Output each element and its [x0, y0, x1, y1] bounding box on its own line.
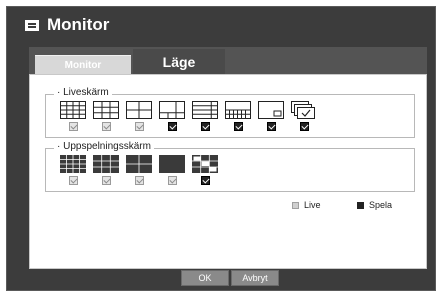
monitor-dialog: Monitor Monitor Läge · Liveskärm · Uppsp…: [6, 6, 436, 291]
playback-layout-9-checkbox[interactable]: [102, 176, 111, 185]
live-layout-16-checkbox[interactable]: [69, 122, 78, 131]
single-filled-icon: [159, 155, 185, 173]
title-bar: Monitor: [7, 7, 435, 43]
playback-layout-1-checkbox[interactable]: [168, 176, 177, 185]
playback-screen-group: · Uppspelningsskärm: [45, 141, 415, 192]
cancel-button[interactable]: Avbryt: [231, 270, 279, 286]
playback-layout-4-checkbox[interactable]: [135, 176, 144, 185]
legend-live: Live: [292, 200, 321, 210]
grid-8-icon: [192, 101, 218, 119]
grid-13-icon: [225, 101, 251, 119]
live-screen-group: · Liveskärm: [45, 87, 415, 138]
playback-layout-mixed[interactable]: [192, 155, 220, 191]
playback-layout-mixed-checkbox[interactable]: [201, 176, 210, 185]
ok-button[interactable]: OK: [181, 270, 229, 286]
live-layout-6-checkbox[interactable]: [168, 122, 177, 131]
live-layout-sequence-checkbox[interactable]: [300, 122, 309, 131]
grid-4-icon: [126, 101, 152, 119]
grid-6-icon: [159, 101, 185, 119]
pip-icon: [258, 101, 284, 119]
live-layout-pip[interactable]: [258, 101, 286, 137]
playback-screen-label: · Uppspelningsskärm: [54, 141, 154, 152]
live-layout-pip-checkbox[interactable]: [267, 122, 276, 131]
live-layout-9[interactable]: [93, 101, 121, 137]
live-layout-sequence[interactable]: [291, 101, 319, 137]
grid-16-icon: [60, 101, 86, 119]
playback-layout-9[interactable]: [93, 155, 121, 191]
live-layout-13[interactable]: [225, 101, 253, 137]
legend-spela: Spela: [357, 200, 392, 210]
tab-lage[interactable]: Läge: [133, 49, 225, 74]
grid-6-mixed-icon: [192, 155, 218, 173]
legend-spela-label: Spela: [369, 200, 393, 210]
sequence-icon: [291, 101, 315, 119]
live-layout-9-checkbox[interactable]: [102, 122, 111, 131]
monitor-icon: [23, 19, 41, 32]
live-layout-8-checkbox[interactable]: [201, 122, 210, 131]
tab-monitor[interactable]: Monitor: [35, 55, 131, 74]
content-panel: · Liveskärm · Uppspelningsskärm Live Spe…: [29, 74, 427, 269]
live-swatch: [292, 201, 299, 209]
live-layout-13-checkbox[interactable]: [234, 122, 243, 131]
spela-swatch: [357, 201, 364, 209]
live-layout-4[interactable]: [126, 101, 154, 137]
live-screen-label: · Liveskärm: [54, 87, 112, 98]
playback-layout-16-checkbox[interactable]: [69, 176, 78, 185]
live-layout-8[interactable]: [192, 101, 220, 137]
live-layout-16[interactable]: [60, 101, 88, 137]
grid-9-filled-icon: [93, 155, 119, 173]
grid-16-filled-icon: [60, 155, 86, 173]
legend-live-label: Live: [304, 200, 321, 210]
playback-layout-16[interactable]: [60, 155, 88, 191]
live-layout-6[interactable]: [159, 101, 187, 137]
window-title: Monitor: [47, 15, 110, 34]
live-layout-4-checkbox[interactable]: [135, 122, 144, 131]
grid-4-filled-icon: [126, 155, 152, 173]
playback-layout-4[interactable]: [126, 155, 154, 191]
grid-9-icon: [93, 101, 119, 119]
playback-layout-1[interactable]: [159, 155, 187, 191]
